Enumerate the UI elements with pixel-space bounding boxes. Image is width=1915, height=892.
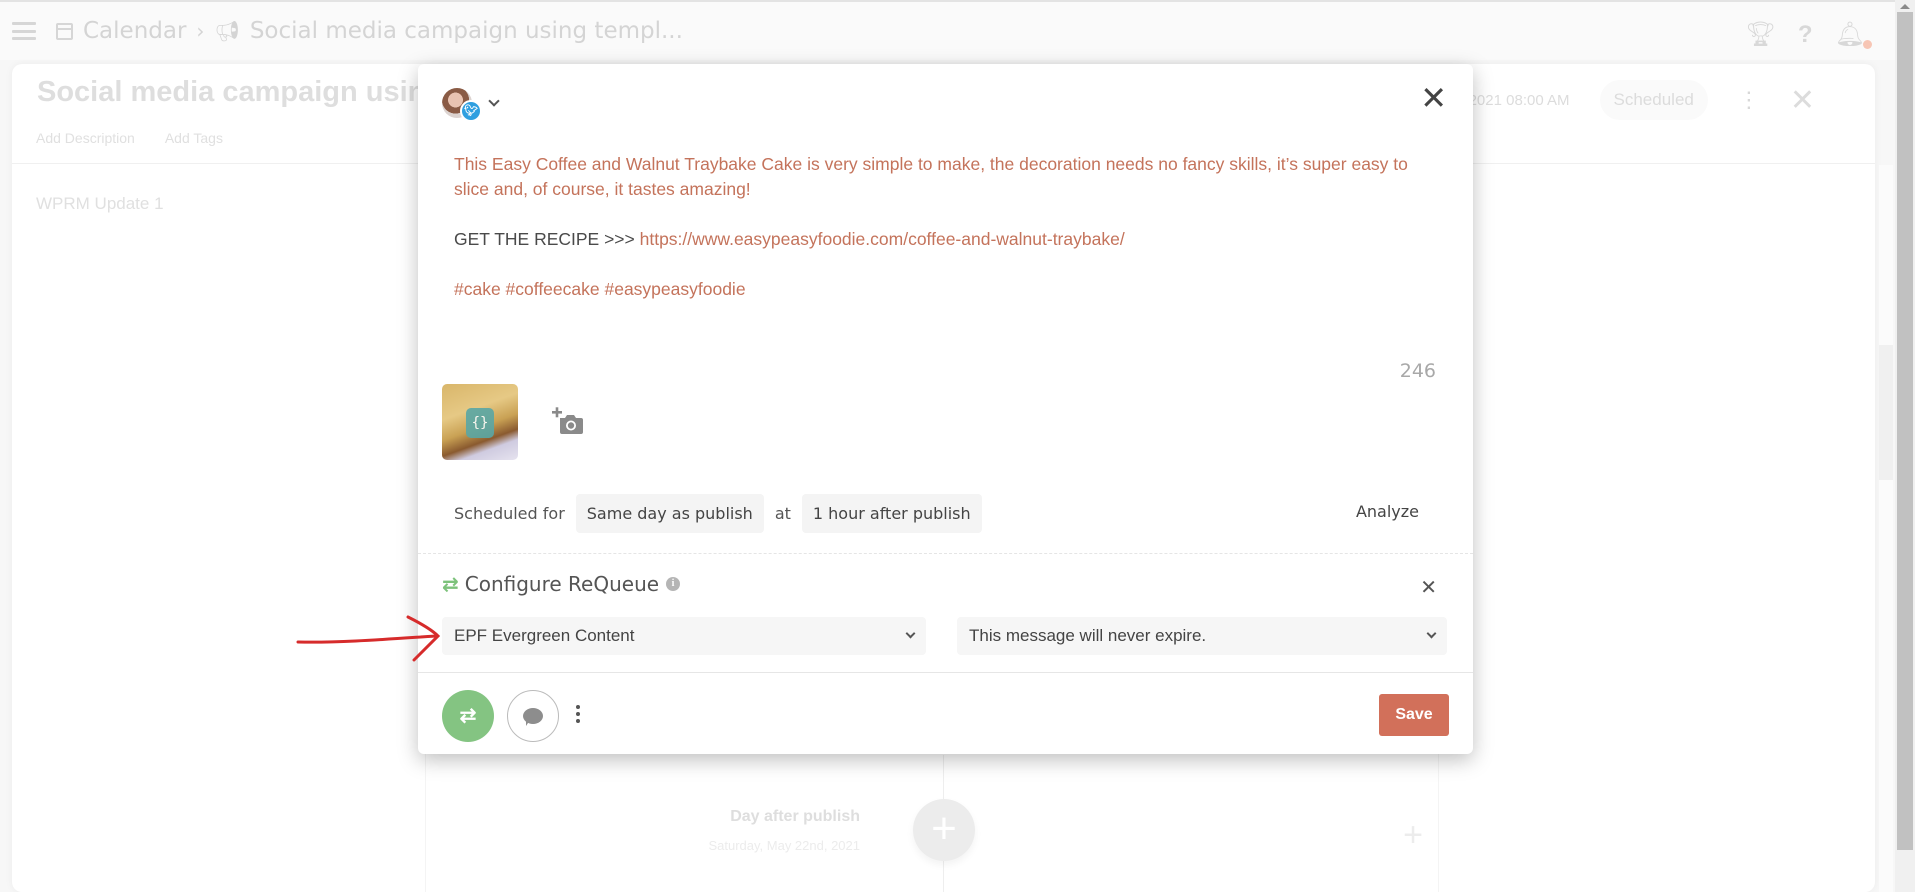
breadcrumb-calendar[interactable]: Calendar [83, 18, 186, 44]
annotation-arrow [296, 615, 441, 662]
requeue-category-value: EPF Evergreen Content [454, 626, 635, 645]
divider [418, 553, 1473, 554]
bell-icon[interactable]: 🔔︎ [1835, 20, 1872, 49]
requeue-expiry-select[interactable]: This message will never expire. [957, 617, 1447, 655]
megaphone-icon: 📢︎ [214, 19, 240, 43]
top-bar: Calendar › 📢︎ Social media campaign usin… [0, 0, 1895, 60]
message-intro: This Easy Coffee and Walnut Traybake Cak… [454, 154, 1408, 199]
message-cta: GET THE RECIPE >>> [454, 229, 640, 249]
campaign-title: Social media campaign usin [37, 76, 426, 108]
timeline-date: Saturday, May 22nd, 2021 [708, 838, 860, 853]
schedule-day-select[interactable]: Same day as publish [575, 494, 764, 533]
info-icon[interactable]: i [666, 577, 681, 591]
breadcrumb-campaign: Social media campaign using templ... [249, 18, 683, 44]
add-description-link[interactable]: Add Description [36, 130, 135, 146]
calendar-icon [56, 22, 73, 40]
requeue-title: Configure ReQueue [464, 572, 660, 596]
comment-button[interactable] [507, 690, 559, 742]
add-message-side-button[interactable]: + [1390, 812, 1436, 858]
menu-icon[interactable] [12, 22, 36, 40]
scroll-up-icon[interactable] [1900, 4, 1910, 9]
add-tags-link[interactable]: Add Tags [165, 130, 223, 146]
trophy-icon[interactable]: 🏆︎ [1745, 20, 1775, 49]
requeue-toggle-button[interactable]: ⇄ [442, 690, 494, 742]
campaign-item: WPRM Update 1 [36, 194, 164, 213]
chevron-down-icon [905, 628, 916, 639]
schedule-row: Scheduled for Same day as publish at 1 h… [454, 494, 993, 533]
status-badge: Scheduled [1599, 80, 1708, 120]
close-panel-icon[interactable]: ✕ [1790, 83, 1815, 118]
timeline-label: Day after publish [730, 808, 860, 825]
add-message-button[interactable]: + [913, 799, 975, 861]
message-hashtags: #cake #coffeecake #easypeasyfoodie [454, 279, 746, 299]
divider [418, 672, 1473, 673]
close-requeue-icon[interactable]: ✕ [1420, 575, 1437, 600]
shuffle-icon: ⇄ [442, 572, 459, 596]
add-photo-icon[interactable] [552, 407, 584, 435]
message-editor-modal: 🐦︎ ✕ This Easy Coffee and Walnut Traybak… [418, 64, 1473, 754]
at-label: at [774, 504, 791, 523]
requeue-expiry-value: This message will never expire. [969, 626, 1207, 645]
account-selector[interactable]: 🐦︎ [442, 88, 500, 122]
avatar: 🐦︎ [442, 88, 482, 122]
page-scrollbar[interactable] [1895, 0, 1915, 892]
comment-icon-tail [526, 720, 530, 726]
timeline-entry: Day after publish Saturday, May 22nd, 20… [708, 808, 860, 853]
requeue-header: ⇄ Configure ReQueue i [442, 572, 681, 596]
page-scrollbar-thumb[interactable] [1897, 12, 1913, 850]
page: Calendar › 📢︎ Social media campaign usin… [0, 0, 1915, 892]
message-textarea[interactable]: This Easy Coffee and Walnut Traybake Cak… [454, 152, 1444, 327]
character-count: 246 [1399, 360, 1436, 382]
more-options-icon[interactable]: ⋮ [1738, 87, 1760, 113]
shuffle-icon: ⇄ [459, 705, 477, 727]
save-button[interactable]: Save [1379, 694, 1449, 736]
variable-icon[interactable]: {} [466, 408, 494, 438]
attached-image[interactable]: {} [442, 384, 518, 460]
scheduled-for-label: Scheduled for [454, 504, 565, 523]
more-options-icon[interactable] [576, 705, 580, 726]
chevron-right-icon: › [196, 19, 205, 43]
requeue-category-select[interactable]: EPF Evergreen Content [442, 617, 926, 655]
breadcrumb: Calendar › 📢︎ Social media campaign usin… [56, 18, 683, 44]
chevron-down-icon [1426, 628, 1437, 639]
panel-scrollbar[interactable] [1879, 165, 1893, 892]
chevron-down-icon[interactable] [488, 95, 500, 107]
twitter-icon: 🐦︎ [460, 100, 482, 122]
analyze-button[interactable]: Analyze [1356, 502, 1419, 521]
help-icon[interactable]: ? [1798, 21, 1813, 49]
notification-dot [1863, 40, 1872, 49]
panel-scrollbar-thumb[interactable] [1879, 345, 1893, 480]
schedule-time-select[interactable]: 1 hour after publish [801, 494, 982, 533]
message-link[interactable]: https://www.easypeasyfoodie.com/coffee-a… [640, 229, 1125, 249]
close-modal-button[interactable]: ✕ [1420, 82, 1447, 114]
